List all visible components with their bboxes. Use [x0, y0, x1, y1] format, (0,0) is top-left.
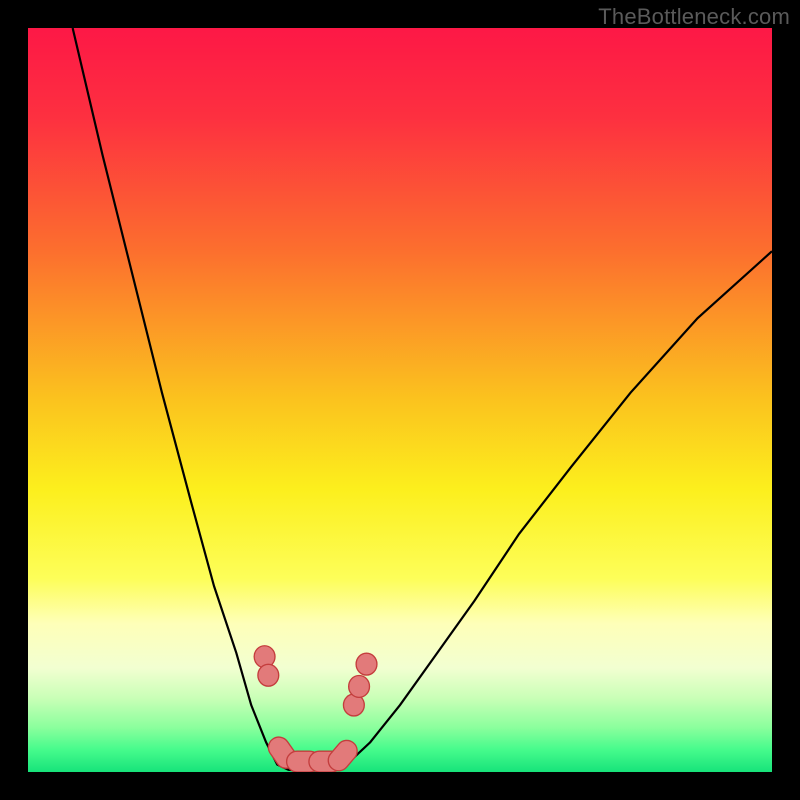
bottleneck-curve	[73, 28, 772, 771]
marker-point	[349, 676, 370, 698]
marker-point	[356, 653, 377, 675]
marker-point	[324, 736, 361, 772]
marker-point	[258, 664, 279, 686]
chart-plot	[28, 28, 772, 772]
chart-frame	[28, 28, 772, 772]
watermark-text: TheBottleneck.com	[598, 4, 790, 30]
